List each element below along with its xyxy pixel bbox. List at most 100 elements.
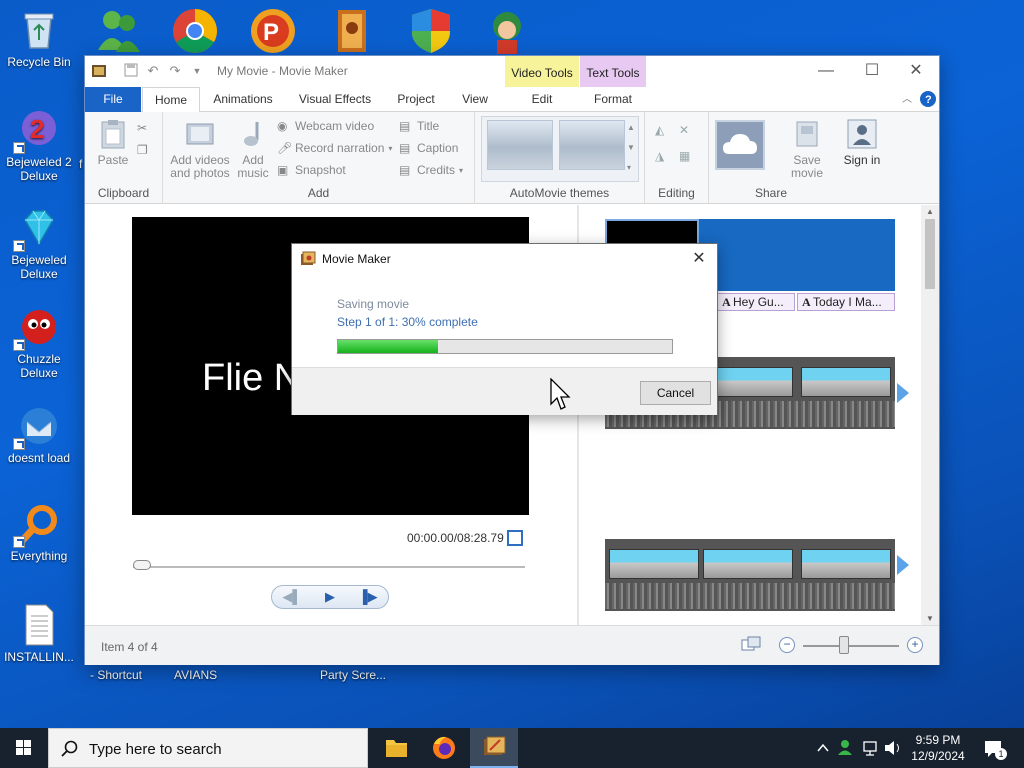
caption-strip[interactable]: A Hey Gu... xyxy=(717,293,795,311)
rotate-right-button[interactable]: ◮ xyxy=(655,146,669,166)
storyboard-clip-video[interactable] xyxy=(605,539,895,611)
previous-frame-button[interactable]: ◀▌ xyxy=(274,588,310,606)
cloud-icon xyxy=(723,134,757,154)
tab-home[interactable]: Home xyxy=(142,87,200,113)
desktop-icon-shield[interactable] xyxy=(406,6,456,56)
desktop-icon-peggle[interactable]: P xyxy=(248,6,298,56)
clock-date: 12/9/2024 xyxy=(911,749,965,763)
close-button[interactable]: ✕ xyxy=(893,56,939,87)
show-hidden-icons-button[interactable] xyxy=(814,728,832,768)
taskbar-file-explorer[interactable] xyxy=(372,728,420,768)
desktop-icon-game[interactable] xyxy=(482,6,532,56)
theme-thumbnail[interactable] xyxy=(487,120,553,170)
webcam-video-button[interactable]: ◉ Webcam video xyxy=(277,116,374,136)
cancel-button[interactable]: Cancel xyxy=(640,381,711,405)
rotate-left-button[interactable]: ◭ xyxy=(655,120,669,140)
desktop-icon-label: INSTALLIN... xyxy=(4,650,74,664)
microphone-icon: 🎤︎ xyxy=(277,141,293,155)
select-all-button[interactable]: ▦ xyxy=(679,146,693,166)
minimize-ribbon-chevron-icon[interactable]: ︿ xyxy=(897,87,917,112)
dialog-close-button[interactable]: ✕ xyxy=(687,248,711,270)
desktop-icon-doesnt-load[interactable]: doesnt load xyxy=(0,404,78,465)
theme-thumbnail[interactable] xyxy=(559,120,625,170)
play-button[interactable]: ▶ xyxy=(312,588,348,606)
dialog-title: Movie Maker xyxy=(322,252,391,266)
gallery-scroll-icon[interactable]: ▲ ▼ ▾ xyxy=(627,118,635,178)
copy-button[interactable]: ❐ xyxy=(137,140,151,160)
zoom-slider-thumb[interactable] xyxy=(839,636,849,654)
start-button[interactable] xyxy=(0,728,48,768)
scroll-down-arrow-icon[interactable]: ▼ xyxy=(926,614,934,623)
taskbar-clock[interactable]: 9:59 PM 12/9/2024 xyxy=(908,732,968,764)
desktop-icon-label: Everything xyxy=(10,549,68,563)
group-label-clipboard: Clipboard xyxy=(97,186,150,200)
storyboard-scrollbar[interactable]: ▲ ▼ xyxy=(921,205,939,625)
group-label-add: Add xyxy=(307,186,330,200)
zoom-out-button[interactable]: − xyxy=(779,637,795,653)
zoom-in-button[interactable]: + xyxy=(907,637,923,653)
cut-button[interactable]: ✂ xyxy=(137,118,151,138)
tab-format[interactable]: Format xyxy=(580,87,646,112)
notifications-button[interactable]: 1 xyxy=(980,728,1008,768)
remove-button[interactable]: ✕ xyxy=(679,120,693,140)
seek-bar-thumb[interactable] xyxy=(133,560,151,570)
minimize-button[interactable]: — xyxy=(803,56,849,87)
volume-icon[interactable] xyxy=(882,728,904,768)
tab-animations[interactable]: Animations xyxy=(205,87,281,112)
next-frame-button[interactable]: ▐▶ xyxy=(350,588,386,606)
desktop-icon-recycle-bin[interactable]: Recycle Bin xyxy=(0,8,78,69)
redo-icon[interactable]: ↷ xyxy=(167,63,183,79)
tab-project[interactable]: Project xyxy=(387,87,445,112)
save-progress-bar xyxy=(337,339,673,354)
movie-maker-icon xyxy=(484,736,506,755)
add-music-button[interactable]: Add music xyxy=(233,118,273,180)
add-music-label: Add music xyxy=(237,153,269,180)
undo-icon[interactable]: ↶ xyxy=(145,63,161,79)
scroll-up-arrow-icon[interactable]: ▲ xyxy=(926,207,934,216)
desktop-icon-chuzzle[interactable]: Chuzzle Deluxe xyxy=(0,305,78,380)
taskbar-firefox[interactable] xyxy=(420,728,468,768)
thumbnail-size-icon[interactable] xyxy=(741,636,761,654)
tab-edit[interactable]: Edit xyxy=(505,87,579,112)
svg-text:P: P xyxy=(263,19,279,46)
tab-file[interactable]: File xyxy=(85,87,141,112)
taskbar-search-box[interactable]: Type here to search xyxy=(48,728,368,768)
desktop-icon-installing[interactable]: INSTALLIN... xyxy=(0,603,78,664)
credits-button[interactable]: ▤ Credits ▾ xyxy=(399,160,463,180)
tab-visual-effects[interactable]: Visual Effects xyxy=(291,87,379,112)
shortcut-arrow-icon xyxy=(13,536,25,548)
save-movie-button[interactable]: Save movie xyxy=(785,118,829,180)
taskbar-movie-maker[interactable] xyxy=(470,728,518,768)
desktop-icon-bejeweled-2[interactable]: 2 Bejeweled 2 Deluxe xyxy=(0,108,78,183)
peggle-icon: P xyxy=(251,9,295,53)
desktop-icon-everything[interactable]: Everything xyxy=(0,502,78,563)
zoom-slider[interactable] xyxy=(803,645,899,647)
add-videos-button[interactable]: Add videos and photos xyxy=(167,118,233,180)
tab-view[interactable]: View xyxy=(451,87,499,112)
save-icon[interactable] xyxy=(123,63,139,79)
seek-bar[interactable] xyxy=(133,566,525,568)
app-menu-icon[interactable] xyxy=(91,63,107,79)
onedrive-button[interactable] xyxy=(715,120,765,170)
desktop-icon-bejeweled[interactable]: Bejeweled Deluxe xyxy=(0,206,78,281)
tray-people-icon[interactable] xyxy=(836,728,856,768)
desktop-icon-book[interactable] xyxy=(328,6,378,56)
network-icon[interactable] xyxy=(860,728,880,768)
caption-button[interactable]: ▤ Caption xyxy=(399,138,458,158)
help-icon[interactable]: ? xyxy=(919,87,937,112)
title-label: Title xyxy=(417,119,440,133)
scrollbar-thumb[interactable] xyxy=(925,219,935,289)
sign-in-button[interactable]: Sign in xyxy=(839,118,885,167)
context-tab-text-tools: Text Tools xyxy=(580,56,646,87)
maximize-button[interactable]: ☐ xyxy=(849,56,895,87)
caption-strip[interactable]: A Today I Ma... xyxy=(797,293,895,311)
desktop-icon-chrome[interactable] xyxy=(170,6,220,56)
record-narration-button[interactable]: 🎤︎ Record narration ▾ xyxy=(277,138,392,158)
customize-qat-chevron-icon[interactable]: ▼ xyxy=(189,63,205,79)
title-button[interactable]: ▤ Title xyxy=(399,116,439,136)
fullscreen-expand-icon[interactable] xyxy=(507,530,523,546)
desktop-icon-messenger[interactable] xyxy=(94,6,144,56)
paste-button[interactable]: Paste xyxy=(93,118,133,167)
paste-label: Paste xyxy=(97,153,129,167)
snapshot-button[interactable]: ▣ Snapshot xyxy=(277,160,346,180)
